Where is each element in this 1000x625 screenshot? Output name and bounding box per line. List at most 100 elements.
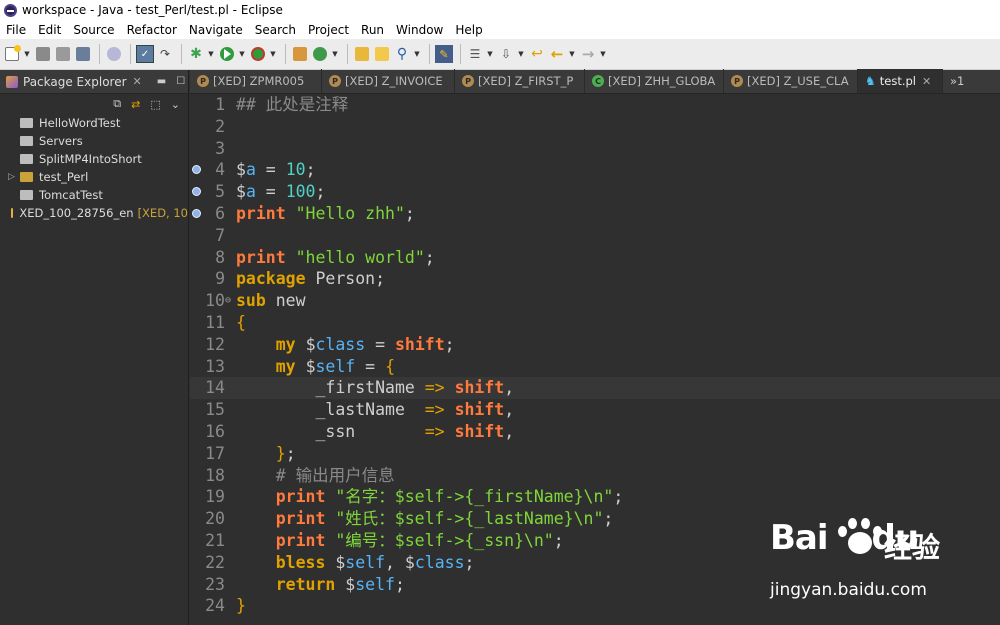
menu-project[interactable]: Project (302, 23, 355, 37)
print-icon[interactable] (74, 45, 92, 63)
package-explorer: Package Explorer ✕ ▬ ☐ ⧉ ⇄ ⬚ ⌄ HelloWord… (0, 70, 189, 625)
line-number: 22 (205, 552, 225, 572)
search-dropdown-icon[interactable]: ▼ (413, 45, 421, 63)
code-line[interactable]: 10 ⊖ sub new (190, 290, 1000, 312)
menu-file[interactable]: File (0, 23, 32, 37)
menu-search[interactable]: Search (249, 23, 302, 37)
back-icon[interactable]: ← (548, 45, 566, 63)
code-line[interactable]: 18 # 输出用户信息 (190, 465, 1000, 487)
expand-arrow-icon[interactable]: ▷ (8, 172, 20, 182)
debug-dropdown-icon[interactable]: ▼ (207, 45, 215, 63)
code-token: 10 (285, 160, 306, 180)
menu-navigate[interactable]: Navigate (183, 23, 249, 37)
run-icon[interactable] (218, 45, 236, 63)
new-dropdown-icon[interactable]: ▼ (23, 45, 31, 63)
code-line[interactable]: 19 print "名字：$self->{_firstName}\n"; (190, 486, 1000, 508)
previous-annotation-icon[interactable]: ⇩ (497, 45, 515, 63)
code-line[interactable]: 3 (190, 138, 1000, 160)
fold-toggle-icon[interactable]: ⊖ (225, 290, 231, 312)
run-external-icon[interactable] (249, 45, 267, 63)
code-line[interactable]: 6 print "Hello zhh"; (190, 203, 1000, 225)
step-icon[interactable]: ↷ (156, 45, 174, 63)
tab-overflow-button[interactable]: »1 (943, 69, 971, 93)
annotation-dropdown-icon[interactable]: ▼ (486, 45, 494, 63)
code-line[interactable]: 9 package Person; (190, 268, 1000, 290)
editor-tab[interactable]: ♞ test.pl ✕ (858, 69, 943, 93)
run-dropdown-icon[interactable]: ▼ (238, 45, 246, 63)
back-dropdown-icon[interactable]: ▼ (568, 45, 576, 63)
tree-item[interactable]: ▷ test_Perl (0, 168, 188, 186)
open-type-icon[interactable] (353, 45, 371, 63)
prev-annotation-dropdown-icon[interactable]: ▼ (517, 45, 525, 63)
tree-item[interactable]: Servers (0, 132, 188, 150)
editor-tab[interactable]: C [XED] ZHH_GLOBA (585, 69, 724, 93)
code-line[interactable]: 4 $a = 10; (190, 159, 1000, 181)
search-icon[interactable]: ⚲ (393, 45, 411, 63)
code-line[interactable]: 16 _ssn => shift, (190, 421, 1000, 443)
package-explorer-tab[interactable]: Package Explorer ✕ ▬ ☐ (0, 70, 188, 94)
save-all-icon[interactable] (54, 45, 72, 63)
forward-icon[interactable]: → (579, 45, 597, 63)
menu-window[interactable]: Window (390, 23, 449, 37)
code-token: self (345, 552, 386, 572)
menu-run[interactable]: Run (355, 23, 390, 37)
toolbar-separator (181, 44, 182, 64)
baidu-watermark: Bai du 经验 jingyan.baidu.com (770, 518, 1000, 618)
minimize-icon[interactable]: ▬ (157, 76, 166, 87)
code-token: shift (394, 334, 445, 354)
menu-help[interactable]: Help (449, 23, 488, 37)
focus-icon[interactable]: ⬚ (150, 98, 160, 111)
editor-tab[interactable]: P [XED] Z_USE_CLA (724, 69, 858, 93)
tree-item[interactable]: TomcatTest (0, 186, 188, 204)
code-token: { (236, 313, 246, 332)
code-line[interactable]: 5 $a = 100; (190, 181, 1000, 203)
code-line[interactable]: 14 _firstName => shift, (190, 377, 1000, 400)
line-number: 24 (205, 596, 225, 616)
code-line[interactable]: 13 my $self = { (190, 356, 1000, 378)
code-line[interactable]: 2 (190, 116, 1000, 138)
new-package-icon[interactable] (291, 45, 309, 63)
code-line[interactable]: 17 }; (190, 443, 1000, 465)
close-icon[interactable]: ✕ (133, 75, 142, 88)
new-class-dropdown-icon[interactable]: ▼ (331, 45, 339, 63)
code-line[interactable]: 7 (190, 225, 1000, 247)
code-line[interactable]: 11 { (190, 312, 1000, 334)
code-line[interactable]: 12 my $class = shift; (190, 334, 1000, 356)
code-line[interactable]: 15 _lastName => shift, (190, 399, 1000, 421)
editor-tab[interactable]: P [XED] ZPMR005 (190, 69, 322, 93)
editor-tab[interactable]: P [XED] Z_FIRST_P (455, 69, 585, 93)
code-line[interactable]: 1 ## 此处是注释 (190, 94, 1000, 116)
code-token: , (504, 400, 515, 420)
forward-dropdown-icon[interactable]: ▼ (599, 45, 607, 63)
external-dropdown-icon[interactable]: ▼ (269, 45, 277, 63)
close-icon[interactable]: ✕ (922, 75, 931, 88)
menu-refactor[interactable]: Refactor (121, 23, 183, 37)
open-task-icon[interactable] (373, 45, 391, 63)
last-edit-icon[interactable]: ↩ (528, 45, 546, 63)
tree-item[interactable]: SplitMP4IntoShort (0, 150, 188, 168)
toolbar-separator (130, 44, 131, 64)
editor-tab[interactable]: P [XED] Z_INVOICE (322, 69, 455, 93)
new-icon[interactable] (3, 45, 21, 63)
maximize-icon[interactable]: ☐ (176, 76, 185, 87)
editor-tab-label: [XED] Z_INVOICE (345, 74, 443, 88)
menu-edit[interactable]: Edit (32, 23, 67, 37)
tree-item[interactable]: XED_100_28756_en [XED, 10 (0, 204, 188, 222)
program-icon: P (329, 75, 341, 87)
link-with-editor-icon[interactable]: ⇄ (131, 98, 140, 111)
debug-icon[interactable]: ✱ (187, 45, 205, 63)
code-line[interactable]: 8 print "hello world"; (190, 247, 1000, 269)
skip-breakpoints-icon[interactable] (105, 45, 123, 63)
annotation-icon[interactable]: ☰ (466, 45, 484, 63)
toggle-highlight-icon[interactable]: ✎ (435, 45, 453, 63)
menu-source[interactable]: Source (67, 23, 120, 37)
toggle-mark-icon[interactable]: ✓ (136, 45, 154, 63)
tree-item[interactable]: HelloWordTest (0, 114, 188, 132)
view-menu-icon[interactable]: ⌄ (171, 98, 180, 111)
new-class-icon[interactable] (311, 45, 329, 63)
collapse-all-icon[interactable]: ⧉ (113, 97, 121, 111)
save-icon[interactable] (34, 45, 52, 63)
line-number: 3 (215, 138, 225, 158)
